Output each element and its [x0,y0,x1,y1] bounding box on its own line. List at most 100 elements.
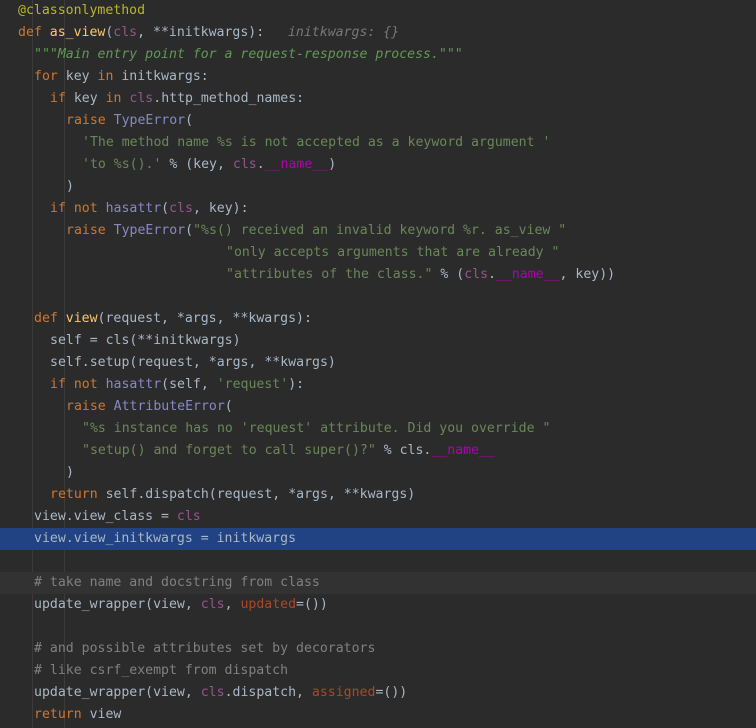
code-line[interactable]: if not hasattr(cls, key): [0,198,756,220]
code-token: view [65,311,98,326]
code-line[interactable]: raise TypeError("%s() received an invali… [0,220,756,242]
code-line[interactable]: "attributes of the class." % (cls.__name… [0,264,756,286]
code-token: cls [169,201,193,216]
code-token: . [256,157,265,172]
code-token: update_wrapper(view, [34,685,201,700]
code-token: view.view_initkwargs = initkwargs [34,531,297,546]
code-token: initkwargs: [121,69,209,84]
code-line-content: raise TypeError("%s() received an invali… [66,220,566,242]
code-line[interactable]: return view [0,704,756,726]
code-token: # take name and docstring from class [34,575,320,590]
code-line-content: "%s instance has no 'request' attribute.… [82,418,550,440]
code-token: cls [176,509,201,524]
code-token: ) [66,179,74,194]
code-line[interactable]: @classonlymethod [0,0,756,22]
code-line[interactable]: if key in cls.http_method_names: [0,88,756,110]
code-line[interactable]: # take name and docstring from class [0,572,756,594]
code-line[interactable]: self = cls(**initkwargs) [0,330,756,352]
code-line[interactable]: # like csrf_exempt from dispatch [0,660,756,682]
code-token: if not [50,377,106,392]
code-line[interactable]: update_wrapper(view, cls, updated=()) [0,594,756,616]
code-line-content: if not hasattr(cls, key): [50,198,249,220]
code-line[interactable]: def view(request, *args, **kwargs): [0,308,756,330]
code-line[interactable]: "setup() and forget to call super()?" % … [0,440,756,462]
code-line-content: return view [34,704,121,726]
code-line[interactable]: view.view_class = cls [0,506,756,528]
code-line[interactable]: 'The method name %s is not accepted as a… [0,132,756,154]
code-line-content: def as_view(cls, **initkwargs): initkwar… [18,22,399,44]
code-token: updated [240,597,297,612]
code-line[interactable]: ) [0,176,756,198]
code-line-content: update_wrapper(view, cls.dispatch, assig… [34,682,407,704]
code-token: key [65,69,98,84]
code-line-content: view.view_initkwargs = initkwargs [34,528,296,550]
code-line[interactable]: update_wrapper(view, cls.dispatch, assig… [0,682,756,704]
code-token: .http_method_names: [153,91,305,106]
code-line-content: for key in initkwargs: [34,66,209,88]
code-line-content: ) [66,176,74,198]
code-token: view [89,707,122,722]
code-line[interactable]: raise AttributeError( [0,396,756,418]
code-token: return [34,707,90,722]
code-token: return [50,487,106,502]
code-token: ): [288,377,305,392]
code-token: raise [66,223,114,238]
code-token: (self, [161,377,217,392]
code-token: key [73,91,106,106]
code-line[interactable] [0,616,756,638]
code-line-selected[interactable]: view.view_initkwargs = initkwargs [0,528,756,550]
code-token: . [488,267,496,282]
code-token: cls [129,91,154,106]
code-line-content: # take name and docstring from class [34,572,320,594]
code-line[interactable] [0,550,756,572]
code-line[interactable]: if not hasattr(self, 'request'): [0,374,756,396]
code-token: ( [224,399,233,414]
code-token: in [97,69,122,84]
code-token: __name__ [264,157,329,172]
code-line[interactable]: raise TypeError( [0,110,756,132]
code-token: if not [50,201,106,216]
code-token: , key)) [559,267,616,282]
code-line[interactable]: """Main entry point for a request-respon… [0,44,756,66]
code-token: TypeError [113,113,186,128]
code-token: cls [200,597,225,612]
code-token: "attributes of the class." [226,267,433,282]
code-token: % ( [432,267,465,282]
code-line[interactable]: "only accepts arguments that are already… [0,242,756,264]
code-token: 'The method name %s is not accepted as a… [82,135,551,150]
code-token: def [18,25,50,40]
code-token: 'to %s().' [82,157,162,172]
code-token: view.view_class = [34,509,177,524]
code-line[interactable]: "%s instance has no 'request' attribute.… [0,418,756,440]
code-line[interactable]: # and possible attributes set by decorat… [0,638,756,660]
code-line-content: 'to %s().' % (key, cls.__name__) [82,154,336,176]
code-token: """Main entry point for a request-respon… [34,47,463,62]
code-line[interactable]: 'to %s().' % (key, cls.__name__) [0,154,756,176]
code-token: raise [66,399,114,414]
code-token: for [34,69,66,84]
code-line[interactable]: for key in initkwargs: [0,66,756,88]
code-token: , key): [192,201,249,216]
code-line[interactable]: def as_view(cls, **initkwargs): initkwar… [0,22,756,44]
code-line-content: # and possible attributes set by decorat… [34,638,375,660]
code-token: % cls. [375,443,432,458]
code-token: , [224,597,241,612]
code-token: hasattr [105,201,162,216]
code-token: @classonlymethod [18,3,146,18]
code-token: "setup() and forget to call super()?" [82,443,376,458]
code-editor[interactable]: @classonlymethod def as_view(cls, **initk… [0,0,756,728]
code-line-content: raise AttributeError( [66,396,233,418]
code-line[interactable] [0,286,756,308]
code-line[interactable]: self.setup(request, *args, **kwargs) [0,352,756,374]
code-line-content: def view(request, *args, **kwargs): [34,308,312,330]
code-line[interactable]: ) [0,462,756,484]
code-token: "%s instance has no 'request' attribute.… [82,421,551,436]
code-token: TypeError [113,223,186,238]
code-token: AttributeError [113,399,225,414]
code-token: 'request' [216,377,289,392]
code-line-content: raise TypeError( [66,110,193,132]
code-token: =()) [375,685,408,700]
code-line[interactable]: return self.dispatch(request, *args, **k… [0,484,756,506]
code-token: "%s() received an invalid keyword %r. as… [193,223,567,238]
code-token: cls [464,267,489,282]
